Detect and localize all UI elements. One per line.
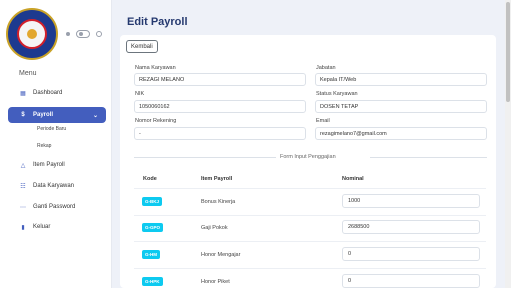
nominal-input[interactable]: 1000	[342, 194, 480, 208]
item-payroll-name: Honor Mengajar	[201, 252, 241, 258]
menu-title: Menu	[19, 70, 37, 77]
back-button[interactable]: Kembali	[126, 40, 158, 53]
table-row-divider	[134, 268, 486, 269]
nomor-rekening-label: Nomor Rekening	[135, 118, 177, 124]
item-payroll-name: Bonus Kinerja	[201, 199, 236, 205]
item-code-badge: G-HM	[142, 250, 160, 259]
users-icon: ☷	[20, 183, 26, 190]
item-code-badge: G-GPO	[142, 223, 164, 232]
page-scrollbar[interactable]	[505, 0, 511, 288]
sidebar-item-dashboard[interactable]: ▦ Dashboard	[8, 85, 106, 101]
item-code-badge: G-HPK	[142, 277, 163, 286]
chevron-down-icon: ⌄	[92, 112, 98, 119]
sidebar-item-label: Dashboard	[33, 90, 63, 96]
table-header-divider	[134, 188, 486, 189]
dollar-icon: $	[21, 112, 25, 118]
sidebar-item-label: Ganti Password	[33, 204, 76, 210]
tag-icon: △	[20, 162, 26, 169]
nominal-input[interactable]: 2688500	[342, 220, 480, 234]
page-title: Edit Payroll	[127, 16, 188, 28]
jabatan-label: Jabatan	[316, 65, 336, 71]
toggle-switch[interactable]	[76, 30, 90, 38]
nik-field[interactable]: 1050060162	[134, 100, 306, 113]
item-code-badge: G-BKJ	[142, 197, 163, 206]
nama-karyawan-field[interactable]: REZAGI MELANO	[134, 73, 306, 86]
nomor-rekening-field[interactable]: -	[134, 127, 306, 140]
logout-icon: ▮	[21, 224, 25, 231]
sun-icon	[66, 32, 70, 36]
sidebar-item-ganti-password[interactable]: ⋯ Ganti Password	[8, 199, 106, 215]
theme-toggle[interactable]	[66, 30, 102, 38]
table-row-divider	[134, 215, 486, 216]
scrollbar-thumb[interactable]	[506, 2, 510, 102]
section-divider-left	[134, 157, 276, 158]
sidebar: Menu ▦ Dashboard $ Payroll ⌄ Periode Bar…	[0, 0, 112, 288]
sidebar-item-data-karyawan[interactable]: ☷ Data Karyawan	[8, 178, 106, 194]
item-payroll-name: Gaji Pokok	[201, 225, 228, 231]
sidebar-item-label: Item Payroll	[33, 162, 65, 168]
nominal-input[interactable]: 0	[342, 247, 480, 261]
payroll-form-card: Kembali Nama Karyawan REZAGI MELANO Jaba…	[120, 35, 496, 288]
sidebar-item-payroll[interactable]: $ Payroll ⌄	[8, 107, 106, 123]
nominal-input[interactable]: 0	[342, 274, 480, 288]
sidebar-item-label: Data Karyawan	[33, 183, 75, 189]
grid-icon: ▦	[20, 90, 26, 97]
jabatan-field[interactable]: Kepala IT/Web	[315, 73, 487, 86]
nik-label: NIK	[135, 91, 145, 97]
column-header-nominal: Nominal	[342, 176, 364, 182]
column-header-item-payroll: Item Payroll	[201, 176, 233, 182]
status-karyawan-field[interactable]: DOSEN TETAP	[315, 100, 487, 113]
section-title: Form Input Penggajian	[280, 154, 336, 160]
key-icon: ⋯	[20, 204, 26, 211]
institution-logo	[6, 8, 58, 60]
submenu-item-rekap[interactable]: Rekap	[37, 143, 51, 149]
submenu-item-periode-baru[interactable]: Periode Baru	[37, 126, 66, 132]
email-label: Email	[316, 118, 330, 124]
section-divider-right	[370, 157, 487, 158]
sidebar-item-label: Keluar	[33, 224, 51, 230]
email-field[interactable]: rezagimelano7@gmail.com	[315, 127, 487, 140]
sidebar-item-label: Payroll	[33, 112, 54, 118]
sidebar-item-item-payroll[interactable]: △ Item Payroll	[8, 157, 106, 173]
column-header-kode: Kode	[143, 176, 157, 182]
item-payroll-name: Honor Piket	[201, 279, 230, 285]
sidebar-item-keluar[interactable]: ▮ Keluar	[8, 219, 106, 235]
moon-icon	[96, 31, 102, 37]
status-karyawan-label: Status Karyawan	[316, 91, 358, 97]
nama-karyawan-label: Nama Karyawan	[135, 65, 176, 71]
table-row-divider	[134, 241, 486, 242]
